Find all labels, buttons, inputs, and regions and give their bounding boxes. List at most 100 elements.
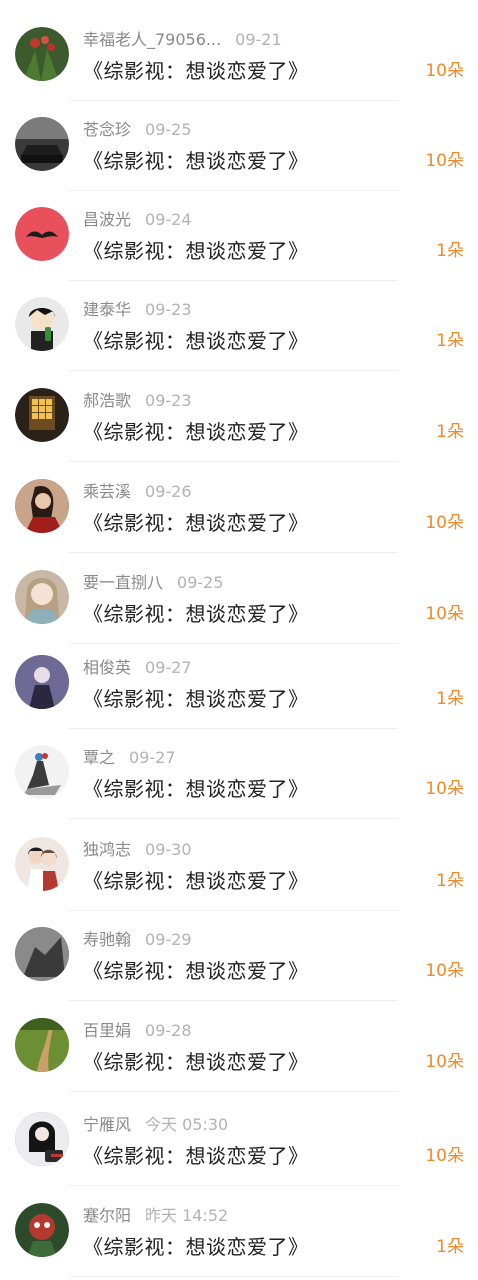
user-name[interactable]: 要一直捌八: [83, 573, 163, 592]
purple-figure-avatar: [15, 655, 69, 709]
gift-record-row[interactable]: 要一直捌八 09-25 《综影视：想谈恋爱了》 10朵: [0, 553, 478, 644]
user-avatar[interactable]: [15, 1018, 69, 1072]
book-title: 《综影视：想谈恋爱了》: [83, 420, 309, 444]
user-avatar[interactable]: [15, 837, 69, 891]
gift-record-row[interactable]: 郝浩歌 09-23 《综影视：想谈恋爱了》 1朵: [0, 371, 478, 462]
gift-time: 昨天 14:52: [145, 1206, 229, 1225]
gift-record-row[interactable]: 宁雁风 今天 05:30 《综影视：想谈恋爱了》 10朵: [0, 1095, 478, 1186]
gift-record-row[interactable]: 乘芸溪 09-26 《综影视：想谈恋爱了》 10朵: [0, 462, 478, 553]
row-divider: [68, 1091, 398, 1092]
flower-count: 1朵: [436, 689, 464, 709]
dark-portrait-avatar: [15, 1112, 69, 1166]
flower-photo-avatar: [15, 27, 69, 81]
gift-time: 09-29: [145, 930, 192, 949]
gift-record-row[interactable]: 苍念珍 09-25 《综影视：想谈恋爱了》 10朵: [0, 100, 478, 191]
gift-record-row[interactable]: 独鸿志 09-30 《综影视：想谈恋爱了》 1朵: [0, 820, 478, 911]
user-name[interactable]: 宁雁风: [83, 1115, 131, 1134]
row-meta: 苍念珍 09-25: [83, 119, 192, 141]
cartoon-boy-avatar: [15, 297, 69, 351]
green-mask-avatar: [15, 1203, 69, 1257]
gift-time: 09-27: [129, 748, 176, 767]
flower-count: 1朵: [436, 871, 464, 891]
flower-count: 10朵: [425, 779, 464, 799]
gift-time: 09-28: [145, 1021, 192, 1040]
book-title: 《综影视：想谈恋爱了》: [83, 602, 309, 626]
row-meta: 百里娟 09-28: [83, 1020, 192, 1042]
ink-figure-avatar: [15, 745, 69, 799]
user-avatar[interactable]: [15, 745, 69, 799]
row-divider: [68, 1276, 398, 1277]
user-avatar[interactable]: [15, 388, 69, 442]
user-avatar[interactable]: [15, 297, 69, 351]
user-avatar[interactable]: [15, 927, 69, 981]
user-name[interactable]: 寿驰翰: [83, 930, 131, 949]
flower-count: 1朵: [436, 241, 464, 261]
row-meta: 要一直捌八 09-25: [83, 572, 224, 594]
book-title: 《综影视：想谈恋爱了》: [83, 511, 309, 535]
flower-count: 10朵: [425, 1146, 464, 1166]
flower-count: 1朵: [436, 331, 464, 351]
user-name[interactable]: 独鸿志: [83, 840, 131, 859]
gift-record-row[interactable]: 建泰华 09-23 《综影视：想谈恋爱了》 1朵: [0, 280, 478, 371]
book-title: 《综影视：想谈恋爱了》: [83, 329, 309, 353]
user-name[interactable]: 昌波光: [83, 210, 131, 229]
gift-record-row[interactable]: 蹇尔阳 昨天 14:52 《综影视：想谈恋爱了》 1朵: [0, 1186, 478, 1277]
book-title: 《综影视：想谈恋爱了》: [83, 869, 309, 893]
gift-time: 09-27: [145, 658, 192, 677]
gift-time: 09-26: [145, 482, 192, 501]
user-name[interactable]: 建泰华: [83, 300, 131, 319]
user-name[interactable]: 苍念珍: [83, 120, 131, 139]
gift-record-row[interactable]: 幸福老人_79056... 09-21 《综影视：想谈恋爱了》 10朵: [0, 10, 478, 101]
flower-count: 10朵: [425, 151, 464, 171]
book-title: 《综影视：想谈恋爱了》: [83, 1144, 309, 1168]
car-photo-avatar: [15, 117, 69, 171]
user-name[interactable]: 郝浩歌: [83, 391, 131, 410]
user-avatar[interactable]: [15, 1112, 69, 1166]
gift-record-row[interactable]: 昌波光 09-24 《综影视：想谈恋爱了》 1朵: [0, 190, 478, 281]
flower-count: 1朵: [436, 422, 464, 442]
user-name[interactable]: 百里娟: [83, 1021, 131, 1040]
green-path-avatar: [15, 1018, 69, 1072]
gift-time: 09-23: [145, 391, 192, 410]
book-title: 《综影视：想谈恋爱了》: [83, 959, 309, 983]
user-avatar[interactable]: [15, 479, 69, 533]
user-name[interactable]: 蹇尔阳: [83, 1206, 131, 1225]
gift-record-row[interactable]: 寿驰翰 09-29 《综影视：想谈恋爱了》 10朵: [0, 910, 478, 1001]
flower-count: 1朵: [436, 1237, 464, 1257]
book-title: 《综影视：想谈恋爱了》: [83, 59, 309, 83]
user-name[interactable]: 覃之: [83, 748, 115, 767]
user-avatar[interactable]: [15, 27, 69, 81]
book-title: 《综影视：想谈恋爱了》: [83, 1235, 309, 1259]
user-name[interactable]: 乘芸溪: [83, 482, 131, 501]
user-avatar[interactable]: [15, 570, 69, 624]
grey-photo-avatar: [15, 927, 69, 981]
row-meta: 寿驰翰 09-29: [83, 929, 192, 951]
gift-record-row[interactable]: 相俊英 09-27 《综影视：想谈恋爱了》 1朵: [0, 638, 478, 729]
user-name[interactable]: 幸福老人_79056...: [83, 30, 221, 49]
row-meta: 郝浩歌 09-23: [83, 390, 192, 412]
gift-record-list: 幸福老人_79056... 09-21 《综影视：想谈恋爱了》 10朵 苍念珍 09-25…: [0, 0, 478, 1280]
gift-time: 09-25: [145, 120, 192, 139]
book-title: 《综影视：想谈恋爱了》: [83, 149, 309, 173]
user-avatar[interactable]: [15, 655, 69, 709]
gift-record-row[interactable]: 百里娟 09-28 《综影视：想谈恋爱了》 10朵: [0, 1001, 478, 1092]
flower-count: 10朵: [425, 61, 464, 81]
row-meta: 蹇尔阳 昨天 14:52: [83, 1205, 228, 1227]
user-name[interactable]: 相俊英: [83, 658, 131, 677]
user-avatar[interactable]: [15, 117, 69, 171]
book-title: 《综影视：想谈恋爱了》: [83, 239, 309, 263]
book-title: 《综影视：想谈恋爱了》: [83, 777, 309, 801]
row-meta: 宁雁风 今天 05:30: [83, 1114, 228, 1136]
row-meta: 幸福老人_79056... 09-21: [83, 29, 282, 51]
flower-count: 10朵: [425, 513, 464, 533]
night-window-avatar: [15, 388, 69, 442]
gift-record-row[interactable]: 覃之 09-27 《综影视：想谈恋爱了》 10朵: [0, 728, 478, 819]
user-avatar[interactable]: [15, 207, 69, 261]
flower-count: 10朵: [425, 1052, 464, 1072]
book-title: 《综影视：想谈恋爱了》: [83, 1050, 309, 1074]
couple-illustration-avatar: [15, 837, 69, 891]
row-meta: 乘芸溪 09-26: [83, 481, 192, 503]
flower-count: 10朵: [425, 961, 464, 981]
user-avatar[interactable]: [15, 1203, 69, 1257]
flower-count: 10朵: [425, 604, 464, 624]
